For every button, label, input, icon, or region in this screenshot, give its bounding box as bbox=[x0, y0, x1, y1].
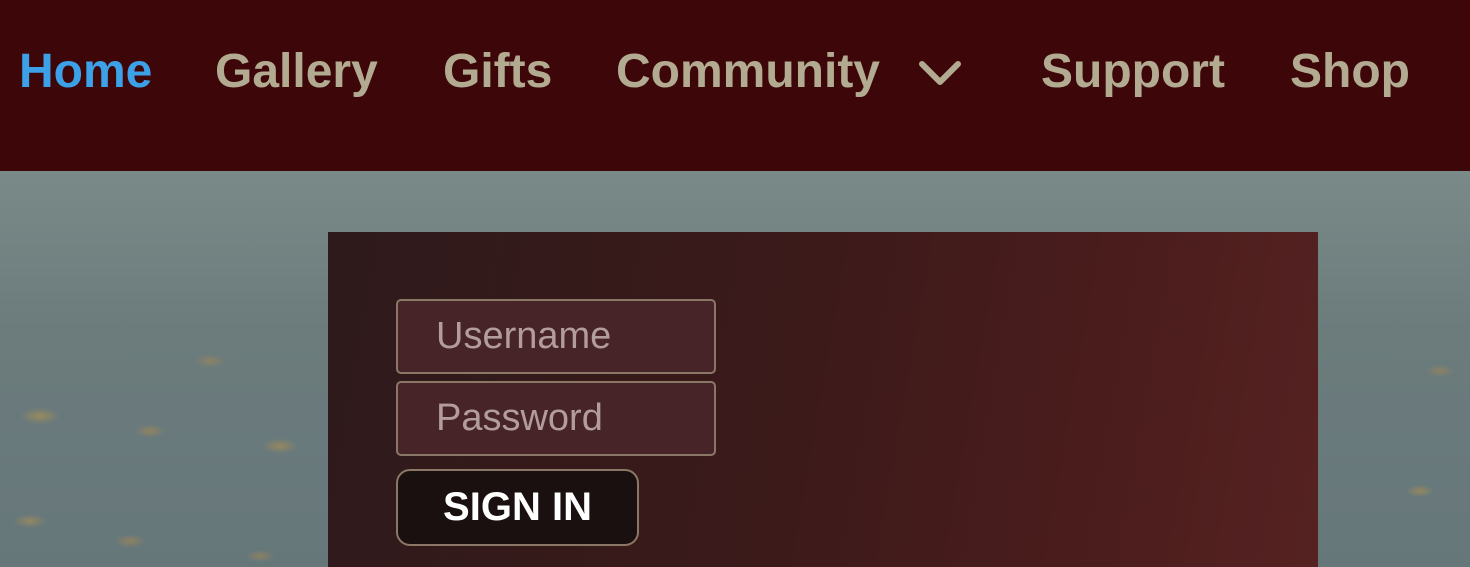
nav-item-shop[interactable]: Shop bbox=[1290, 42, 1410, 102]
nav-item-support[interactable]: Support bbox=[1041, 42, 1225, 102]
password-input[interactable] bbox=[396, 381, 716, 456]
nav-item-gifts[interactable]: Gifts bbox=[443, 42, 552, 102]
nav-item-gallery[interactable]: Gallery bbox=[215, 42, 378, 102]
username-input[interactable] bbox=[396, 299, 716, 374]
nav-item-home[interactable]: Home bbox=[19, 42, 152, 102]
sign-in-button[interactable]: SIGN IN bbox=[396, 469, 639, 546]
top-navbar: Home Gallery Gifts Community Support Sho… bbox=[0, 0, 1470, 171]
chevron-down-icon[interactable] bbox=[917, 56, 963, 88]
nav-item-community[interactable]: Community bbox=[616, 42, 880, 102]
